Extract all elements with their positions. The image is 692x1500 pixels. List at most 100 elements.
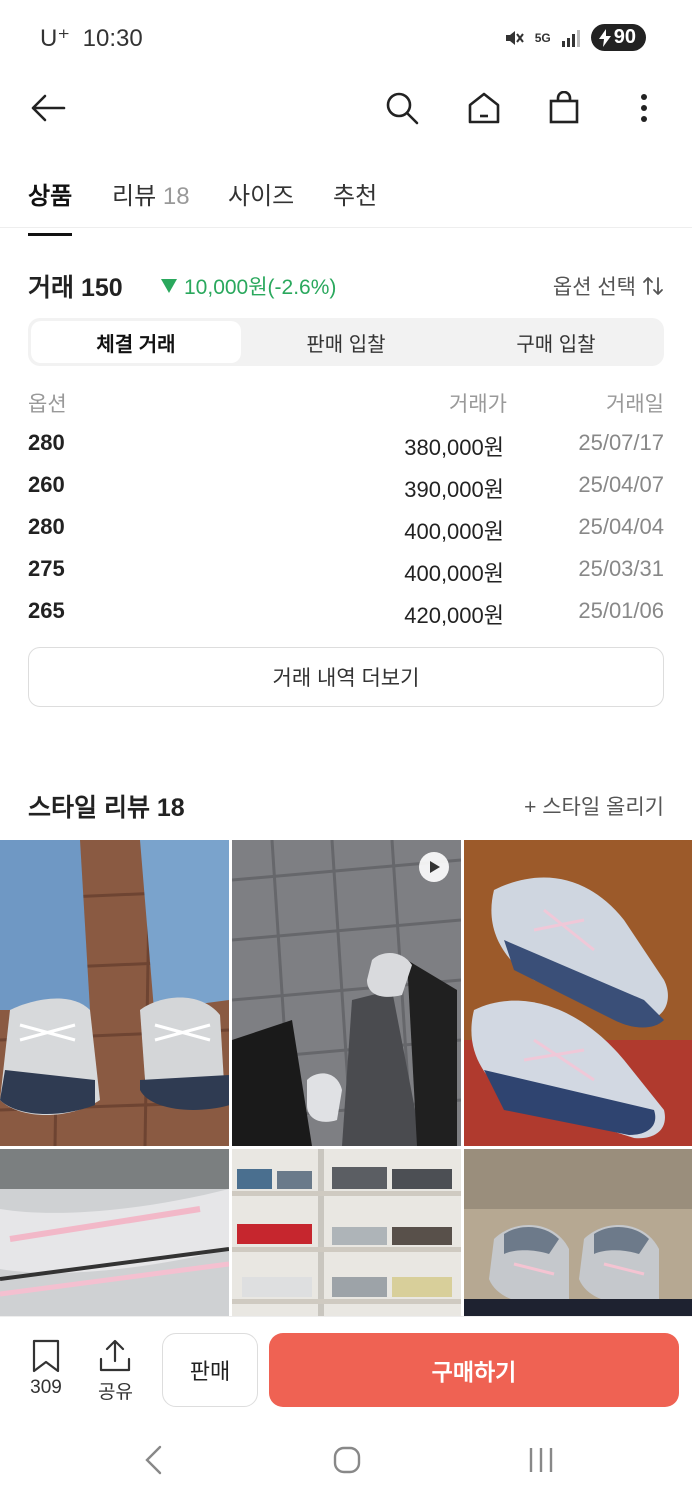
style-photo[interactable] [464, 1149, 692, 1316]
home-icon [468, 92, 500, 124]
sort-arrows-icon [643, 277, 663, 295]
system-navigation-bar [0, 1420, 692, 1500]
charging-icon [598, 28, 611, 47]
row-date: 25/04/07 [578, 472, 664, 497]
network-label: 5G [534, 30, 551, 45]
tab-label: 상품 [28, 183, 73, 210]
tab-label: 추천 [333, 183, 378, 210]
row-option: 280 [28, 514, 65, 539]
video-play-icon [419, 852, 449, 882]
shopping-bag-icon [549, 91, 579, 124]
style-photo[interactable] [232, 840, 461, 1146]
back-arrow-icon [31, 94, 66, 122]
style-photo[interactable] [464, 840, 692, 1146]
signal-icon [561, 29, 580, 47]
col-date: 거래일 [606, 393, 664, 416]
trade-table: 옵션 거래가 거래일 280 380,000원 25/07/17 260 390… [28, 386, 664, 638]
style-photo-image [0, 1149, 229, 1316]
style-photo[interactable] [232, 1149, 461, 1316]
down-triangle-icon [161, 279, 177, 293]
style-photo-grid [0, 840, 692, 1316]
row-price: 420,000원 [404, 603, 504, 628]
row-price: 390,000원 [404, 477, 504, 502]
segment-sell-bids[interactable]: 판매 입찰 [241, 321, 451, 363]
row-date: 25/04/04 [578, 514, 664, 539]
row-price: 400,000원 [404, 561, 504, 586]
more-vertical-icon [641, 94, 647, 122]
back-button[interactable] [26, 86, 70, 130]
tab-label: 사이즈 [228, 183, 295, 210]
style-photo-image [232, 1149, 461, 1316]
back-chevron-icon [145, 1445, 162, 1475]
upload-style-button[interactable]: + 스타일 올리기 [524, 791, 664, 821]
style-photo-image [232, 840, 461, 1146]
home-button[interactable] [462, 86, 506, 130]
recents-icon [529, 1448, 553, 1472]
tab-size[interactable]: 사이즈 [228, 176, 294, 233]
col-option: 옵션 [28, 393, 67, 416]
row-price: 380,000원 [404, 435, 504, 460]
buy-button[interactable]: 구매하기 [269, 1333, 679, 1407]
cart-button[interactable] [542, 86, 586, 130]
row-option: 280 [28, 430, 65, 455]
more-trades-button[interactable]: 거래 내역 더보기 [28, 647, 664, 707]
table-header: 옵션 거래가 거래일 [28, 386, 664, 428]
battery-level: 90 [613, 26, 636, 48]
row-price: 400,000원 [404, 519, 504, 544]
status-time: 10:30 [82, 25, 143, 52]
option-select-button[interactable]: 옵션 선택 [553, 271, 664, 301]
share-button[interactable]: 공유 [98, 1339, 133, 1404]
bottom-action-bar: 309 공유 판매 구매하기 [0, 1316, 692, 1420]
carrier-label: U⁺ [40, 25, 70, 52]
share-icon [100, 1339, 131, 1372]
status-indicators: 5G 90 [503, 24, 646, 51]
home-circle-icon [333, 1446, 361, 1474]
option-select-label: 옵션 선택 [552, 276, 636, 299]
trade-title: 거래 150 [28, 274, 123, 302]
tab-recommend[interactable]: 추천 [333, 176, 377, 233]
tab-review[interactable]: 리뷰 18 [112, 176, 190, 233]
style-photo[interactable] [0, 840, 229, 1146]
mute-icon [505, 30, 524, 45]
segment-buy-bids[interactable]: 구매 입찰 [451, 321, 661, 363]
style-photo[interactable] [0, 1149, 229, 1316]
row-date: 25/07/17 [578, 430, 664, 455]
trade-type-segment: 체결 거래 판매 입찰 구매 입찰 [28, 318, 664, 366]
app-bar [0, 76, 692, 140]
search-button[interactable] [380, 86, 424, 130]
status-carrier-time: U⁺ 10:30 [40, 24, 143, 53]
col-price: 거래가 [449, 393, 507, 416]
more-menu-button[interactable] [622, 86, 666, 130]
style-photo-image [464, 840, 692, 1146]
price-change: 10,000원(-2.6%) [160, 271, 336, 301]
battery-indicator: 90 [590, 24, 646, 51]
sell-button[interactable]: 판매 [162, 1333, 258, 1407]
table-row: 275 400,000원 25/03/31 [28, 554, 664, 596]
segment-completed-trades[interactable]: 체결 거래 [31, 321, 241, 363]
system-back-button[interactable] [134, 1442, 174, 1478]
table-row: 280 380,000원 25/07/17 [28, 428, 664, 470]
price-change-value: 10,000원(-2.6%) [184, 276, 337, 299]
style-review-header: 스타일 리뷰 18 + 스타일 올리기 [28, 786, 664, 822]
table-row: 265 420,000원 25/01/06 [28, 596, 664, 638]
row-option: 275 [28, 556, 65, 581]
share-label: 공유 [98, 1382, 133, 1403]
tab-review-count: 18 [162, 183, 190, 210]
tab-label: 리뷰 [112, 183, 157, 210]
tab-product[interactable]: 상품 [28, 176, 73, 236]
style-review-title: 스타일 리뷰 18 [28, 794, 185, 822]
row-date: 25/03/31 [578, 556, 664, 581]
search-icon [386, 92, 419, 125]
bookmark-button[interactable]: 309 [30, 1339, 62, 1399]
trade-header: 거래 150 10,000원(-2.6%) 옵션 선택 [28, 266, 664, 302]
status-bar: U⁺ 10:30 5G 90 [0, 0, 692, 76]
row-option: 265 [28, 598, 65, 623]
row-date: 25/01/06 [578, 598, 664, 623]
style-photo-image [464, 1149, 692, 1316]
system-recents-button[interactable] [521, 1442, 561, 1478]
row-option: 260 [28, 472, 65, 497]
system-home-button[interactable] [327, 1442, 367, 1478]
bookmark-count: 309 [30, 1377, 62, 1398]
bookmark-icon [32, 1339, 60, 1373]
table-row: 280 400,000원 25/04/04 [28, 512, 664, 554]
